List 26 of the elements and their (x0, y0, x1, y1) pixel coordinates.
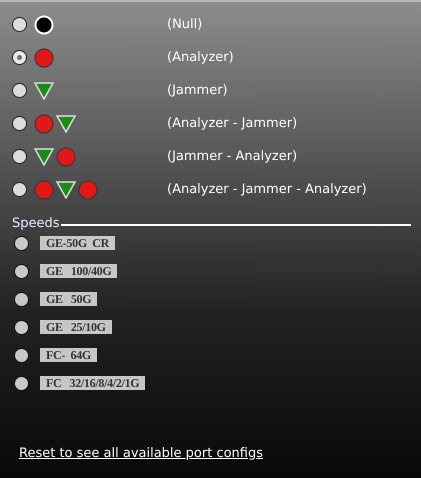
radio-button[interactable] (14, 292, 29, 306)
speed-label: FC 32/16/8/4/2/1G (40, 376, 146, 390)
radio-button[interactable] (14, 376, 29, 390)
mode-label: (Jammer - Analyzer) (167, 149, 298, 164)
speed-label: GE 100/40G (40, 264, 118, 278)
radio-button[interactable] (12, 83, 27, 98)
radio-button[interactable] (14, 264, 29, 278)
speed-label: GE 25/10G (40, 320, 112, 334)
mode-label: (Null) (167, 17, 202, 32)
radio-button[interactable] (14, 236, 29, 250)
speed-label: FC- 64G (40, 348, 97, 362)
reset-link[interactable]: Reset to see all available port configs (19, 446, 263, 461)
mode-label: (Analyzer - Jammer) (167, 116, 298, 131)
radio-button[interactable] (12, 17, 27, 32)
section-title: Speeds (12, 216, 60, 231)
radio-button[interactable] (12, 182, 27, 197)
speed-label: GE-50G CR (40, 236, 116, 250)
mode-label: (Analyzer - Jammer - Analyzer) (167, 182, 367, 197)
mode-label: (Analyzer) (167, 50, 234, 65)
radio-button[interactable] (14, 320, 29, 334)
radio-button[interactable] (12, 116, 27, 131)
radio-button[interactable] (12, 149, 27, 164)
mode-label: (Jammer) (167, 83, 228, 98)
speed-label: GE 50G (40, 292, 98, 306)
radio-button[interactable] (14, 348, 29, 362)
radio-button[interactable] (12, 50, 27, 65)
